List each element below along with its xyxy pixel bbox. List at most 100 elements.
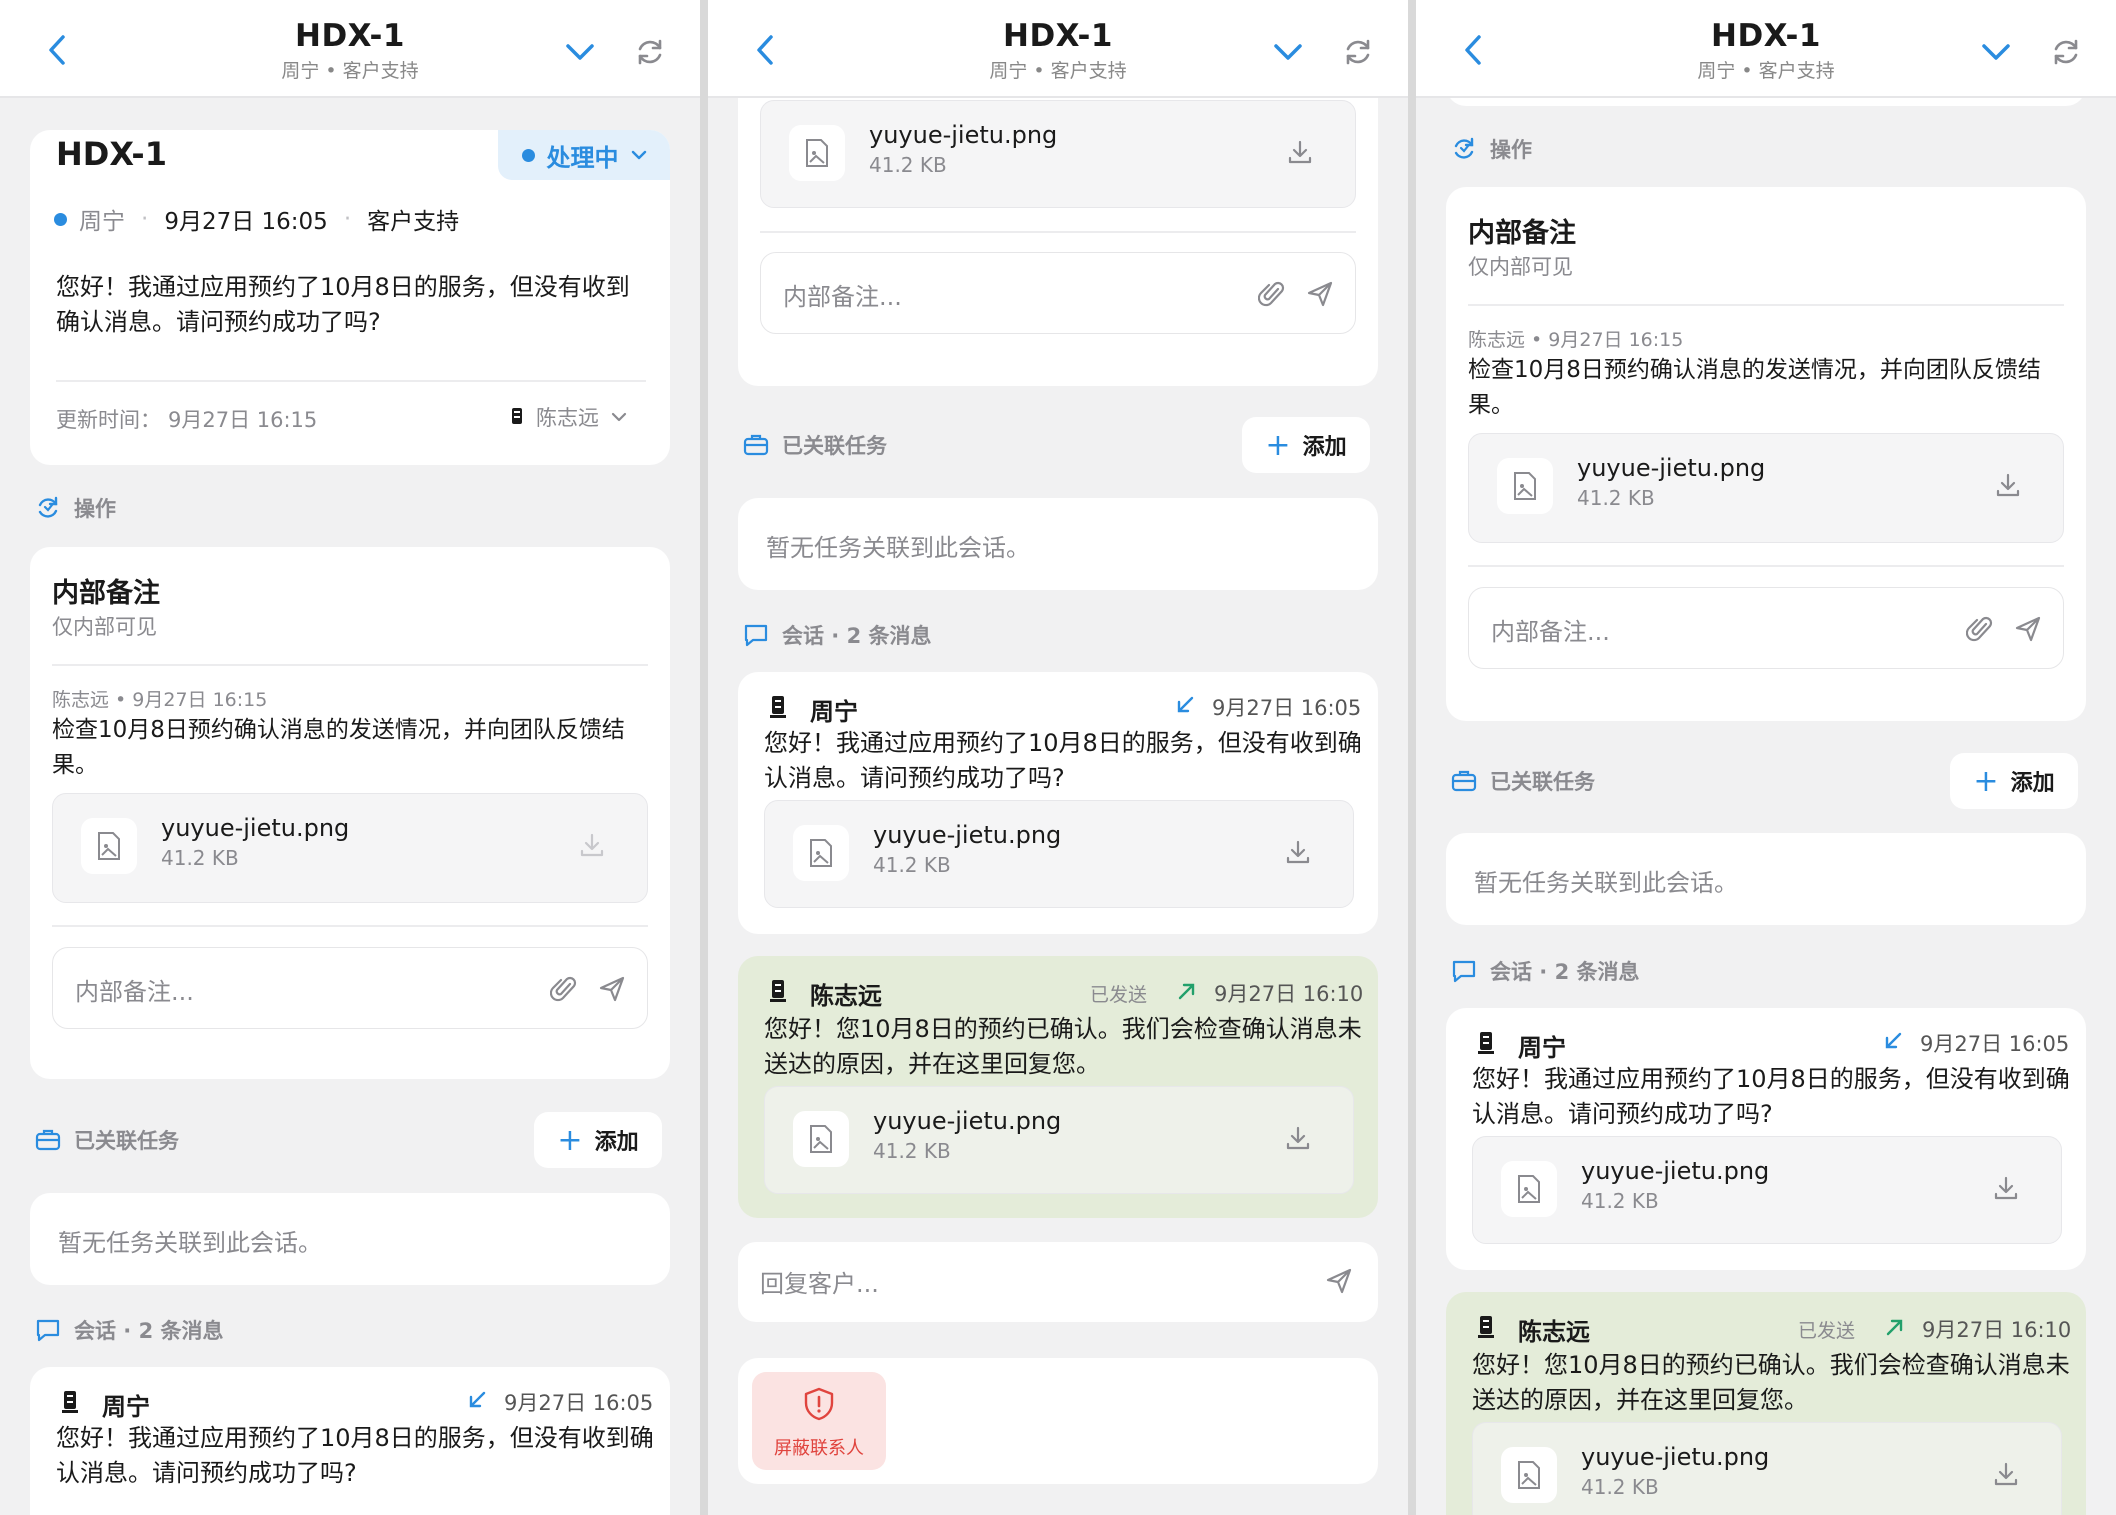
top-bar: HDX-1 周宁 • 客户支持 <box>0 0 700 98</box>
send-button[interactable] <box>1303 277 1337 311</box>
block-contact-button[interactable]: 屏蔽联系人 <box>752 1372 886 1470</box>
add-task-button[interactable]: + 添加 <box>1242 417 1370 473</box>
file-size: 41.2 KB <box>161 846 239 870</box>
refresh-button[interactable] <box>2046 32 2086 72</box>
chevron-down-icon <box>1982 44 2010 60</box>
attach-button[interactable] <box>1255 277 1289 311</box>
avatar-icon <box>512 408 522 424</box>
outgoing-arrow-icon <box>1178 983 1195 1000</box>
avatar-icon <box>56 1387 86 1417</box>
section-actions-label: 操作 <box>1490 138 1532 162</box>
briefcase-icon <box>742 431 770 459</box>
customer-name: 周宁 <box>79 209 125 235</box>
assignee-dropdown[interactable]: 陈志远 <box>508 402 627 432</box>
note-input-placeholder: 内部备注... <box>1491 618 1610 646</box>
note-input[interactable]: 内部备注... <box>52 947 648 1029</box>
tasks-empty-text: 暂无任务关联到此会话。 <box>766 534 1030 562</box>
note-attachment[interactable]: yuyue-jietu.png 41.2 KB <box>760 100 1356 208</box>
file-image-icon <box>789 125 845 181</box>
refresh-icon <box>1346 39 1370 65</box>
briefcase-icon <box>34 1126 62 1154</box>
note-title: 内部备注 <box>52 578 160 609</box>
download-button[interactable] <box>1991 468 2025 502</box>
chevron-down-icon <box>1274 44 1302 60</box>
expand-button[interactable] <box>1268 32 1308 72</box>
file-name: yuyue-jietu.png <box>1581 1443 1770 1471</box>
message-incoming: 周宁 9月27日 16:05 您好！我通过应用预约了10月8日的服务，但没有收到… <box>1446 1008 2086 1270</box>
avatar-icon <box>764 976 794 1006</box>
sender-name: 陈志远 <box>810 982 882 1010</box>
chevron-down-icon <box>631 150 646 160</box>
panel-conversation: HDX-1 周宁 • 客户支持 yuyue-jietu.png 41.2 KB … <box>708 0 1408 1515</box>
file-size: 41.2 KB <box>1581 1475 1659 1499</box>
section-tasks-label: 已关联任务 <box>782 434 887 458</box>
note-meta: 陈志远 • 9月27日 16:15 <box>52 689 268 711</box>
section-tasks-label: 已关联任务 <box>74 1129 179 1153</box>
chat-icon <box>1450 957 1478 985</box>
download-icon <box>1996 473 2020 497</box>
download-button[interactable] <box>1283 135 1317 169</box>
meta-separator: · <box>343 206 352 232</box>
message-time: 9月27日 16:10 <box>1922 1318 2072 1342</box>
send-button[interactable] <box>1322 1264 1356 1298</box>
section-actions: 操作 <box>1450 134 1532 164</box>
send-button[interactable] <box>2011 612 2045 646</box>
note-input-placeholder: 内部备注... <box>783 283 902 311</box>
file-size: 41.2 KB <box>1577 486 1655 510</box>
ticket-id: HDX-1 <box>56 135 167 173</box>
message-incoming: 周宁 9月27日 16:05 您好！我通过应用预约了10月8日的服务，但没有收到… <box>30 1367 670 1515</box>
message-attachment[interactable]: yuyue-jietu.png 41.2 KB <box>1472 1136 2062 1244</box>
message-attachment[interactable]: yuyue-jietu.png 41.2 KB <box>1472 1422 2062 1515</box>
channel-name: 客户支持 <box>367 209 460 235</box>
send-button[interactable] <box>595 972 629 1006</box>
status-dropdown[interactable]: 处理中 <box>498 130 670 180</box>
tasks-empty: 暂无任务关联到此会话。 <box>30 1193 670 1285</box>
download-button[interactable] <box>575 828 609 862</box>
tasks-empty-text: 暂无任务关联到此会话。 <box>58 1229 322 1257</box>
refresh-button[interactable] <box>1338 32 1378 72</box>
section-actions: 操作 <box>34 493 116 523</box>
add-task-button[interactable]: + 添加 <box>1950 753 2078 809</box>
assignee-name: 陈志远 <box>536 406 599 430</box>
file-image-icon <box>793 1111 849 1167</box>
download-button[interactable] <box>1281 835 1315 869</box>
download-button[interactable] <box>1989 1457 2023 1491</box>
sender-name: 陈志远 <box>1518 1318 1590 1346</box>
divider <box>1468 565 2064 567</box>
download-button[interactable] <box>1989 1171 2023 1205</box>
sent-status: 已发送 <box>1090 984 1148 1006</box>
attach-button[interactable] <box>1963 612 1997 646</box>
chevron-down-icon <box>566 44 594 60</box>
attach-button[interactable] <box>547 972 581 1006</box>
note-subtitle: 仅内部可见 <box>52 615 157 639</box>
reply-input[interactable]: 回复客户... <box>738 1242 1378 1322</box>
message-text: 您好！您10月8日的预约已确认。我们会检查确认消息未送达的原因，并在这里回复您。 <box>1472 1351 2070 1414</box>
message-time: 9月27日 16:10 <box>1214 982 1364 1006</box>
expand-button[interactable] <box>1976 32 2016 72</box>
outgoing-arrow-icon <box>1886 1319 1903 1336</box>
note-input[interactable]: 内部备注... <box>760 252 1356 334</box>
status-dot <box>521 148 535 162</box>
refresh-button[interactable] <box>630 32 670 72</box>
avatar-icon <box>764 692 794 722</box>
shield-alert-icon <box>804 1387 834 1421</box>
add-task-button[interactable]: + 添加 <box>534 1112 662 1168</box>
note-attachment[interactable]: yuyue-jietu.png 41.2 KB <box>52 793 648 903</box>
file-image-icon <box>1501 1447 1557 1503</box>
meta-separator: · <box>141 206 149 232</box>
download-button[interactable] <box>1281 1121 1315 1155</box>
note-attachment[interactable]: yuyue-jietu.png 41.2 KB <box>1468 433 2064 543</box>
file-name: yuyue-jietu.png <box>873 1107 1062 1135</box>
file-size: 41.2 KB <box>873 853 951 877</box>
note-text: 检查10月8日预约确认消息的发送情况，并向团队反馈结果。 <box>52 717 625 778</box>
top-bar: HDX-1 周宁 • 客户支持 <box>1416 0 2116 98</box>
expand-button[interactable] <box>560 32 600 72</box>
file-name: yuyue-jietu.png <box>161 814 350 842</box>
message-attachment[interactable]: yuyue-jietu.png 41.2 KB <box>764 1086 1354 1194</box>
contact-actions-card: 屏蔽联系人 <box>738 1358 1378 1484</box>
message-text: 您好！我通过应用预约了10月8日的服务，但没有收到确认消息。请问预约成功了吗? <box>764 729 1362 792</box>
add-task-label: 添加 <box>2010 771 2055 796</box>
message-time: 9月27日 16:05 <box>1920 1032 2070 1056</box>
message-attachment[interactable]: yuyue-jietu.png 41.2 KB <box>764 800 1354 908</box>
note-input[interactable]: 内部备注... <box>1468 587 2064 669</box>
